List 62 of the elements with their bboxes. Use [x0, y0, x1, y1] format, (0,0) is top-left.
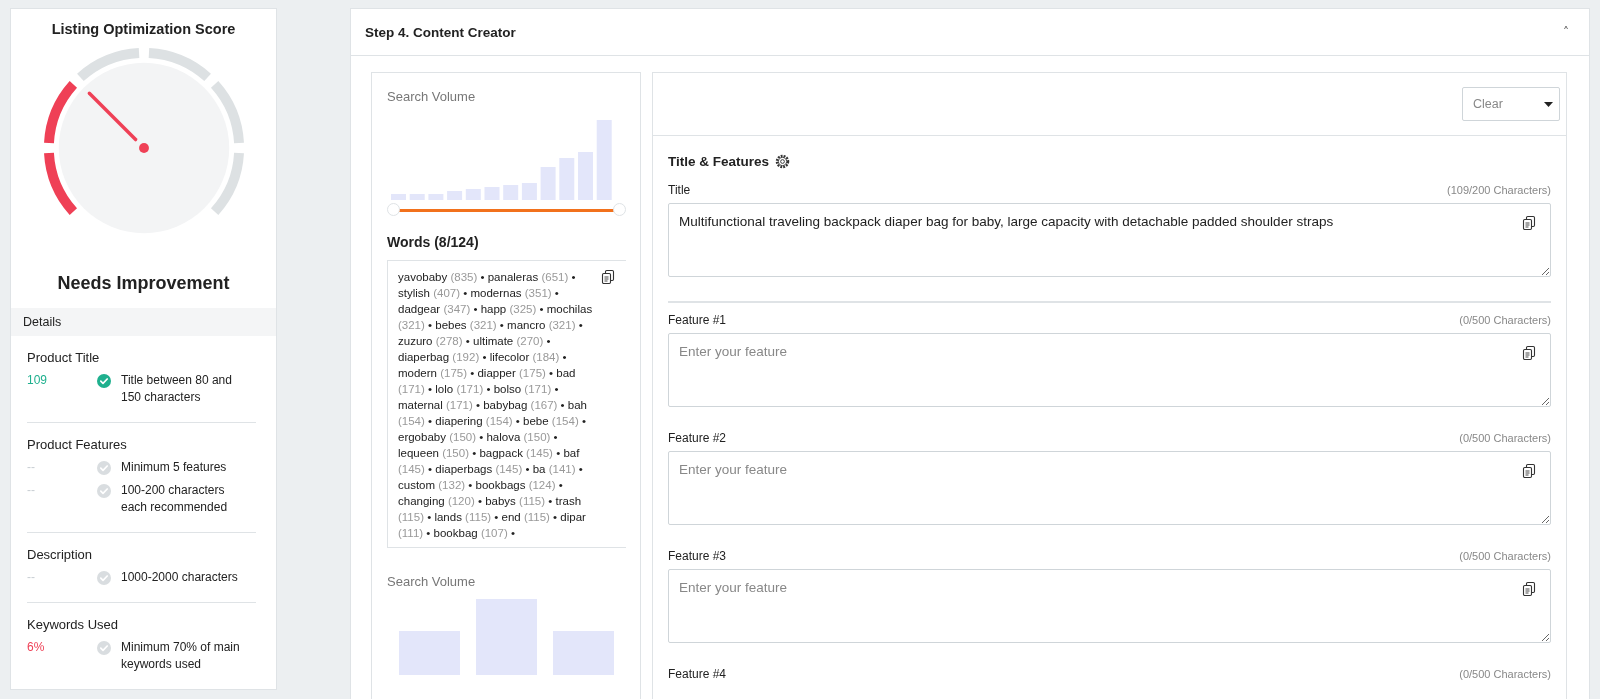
gauge-needle	[87, 91, 149, 153]
clear-dropdown[interactable]: Clear	[1462, 87, 1560, 121]
criterion-title: Description	[27, 547, 94, 562]
criterion-value: 6%	[27, 639, 46, 656]
field-label: Feature #1	[668, 313, 727, 327]
criterion-value: --	[27, 482, 36, 499]
histogram-bar	[540, 167, 556, 200]
histogram-bar	[465, 189, 481, 200]
field-label: Feature #3	[668, 549, 727, 563]
range-handle[interactable]	[387, 203, 400, 216]
criterion-value: --	[27, 569, 36, 586]
words-heading: Words (8/124)	[387, 234, 480, 250]
histogram-bar	[553, 631, 614, 675]
settings-icon[interactable]	[775, 154, 791, 169]
copy-icon[interactable]	[600, 269, 616, 285]
character-counter: (109/200 Characters)	[1447, 184, 1551, 196]
section-title: Title & Features	[668, 154, 770, 169]
character-counter: (0/500 Characters)	[1459, 668, 1551, 680]
score-verdict: Needs Improvement	[57, 273, 230, 294]
copy-icon[interactable]	[1521, 581, 1537, 597]
copy-icon[interactable]	[1521, 345, 1537, 361]
range-handle[interactable]	[613, 203, 626, 216]
field-label: Title	[668, 183, 691, 197]
histogram-bar	[409, 194, 425, 200]
criterion-value: 109	[27, 372, 49, 389]
histogram-bar	[503, 185, 519, 200]
step-title: Step 4. Content Creator	[365, 24, 516, 40]
character-counter: (0/500 Characters)	[1459, 432, 1551, 444]
histogram-bar	[399, 631, 460, 675]
histogram-bar	[484, 187, 500, 200]
field-label: Feature #4	[668, 667, 727, 681]
score-title: Listing Optimization Score	[51, 21, 236, 37]
title-field[interactable]: Multifunctional traveling backpack diaper bag for baby, large capacity with detachable padded shoulder straps	[668, 203, 1551, 277]
histogram-bar	[578, 152, 593, 200]
feature-field[interactable]: Enter your feature	[668, 569, 1551, 643]
field-label: Feature #2	[668, 431, 727, 445]
collapse-button[interactable]: ˄	[1559, 23, 1573, 41]
criterion-requirement: Title between 80 and 150 characters	[121, 372, 233, 406]
criterion-title: Keywords Used	[27, 617, 120, 632]
character-counter: (0/500 Characters)	[1459, 314, 1551, 326]
copy-icon[interactable]	[1521, 463, 1537, 479]
criterion-title: Product Features	[27, 437, 128, 452]
chart-label: Search Volume	[387, 574, 477, 589]
criterion-value: --	[27, 459, 36, 476]
caret-icon	[1544, 101, 1553, 107]
histogram-bar	[521, 183, 537, 200]
histogram-bar	[447, 191, 463, 200]
criterion-title: Product Title	[27, 350, 101, 365]
criterion-requirement: Minimum 5 features	[121, 459, 228, 476]
copy-icon[interactable]	[1521, 215, 1537, 231]
criterion-requirement: 100-200 characters each recommended	[121, 482, 229, 516]
criterion-requirement: 1000-2000 characters	[121, 569, 239, 586]
histogram-bar	[559, 158, 575, 200]
feature-field[interactable]: Enter your feature	[668, 451, 1551, 525]
histogram-bar	[428, 194, 444, 200]
character-counter: (0/500 Characters)	[1459, 550, 1551, 562]
details-header: Details	[11, 308, 276, 336]
feature-field[interactable]: Enter your feature	[668, 333, 1551, 407]
chart-label: Search Volume	[387, 89, 477, 104]
histogram-bar	[391, 194, 406, 200]
keyword-list: yavobaby (835) • panaleras (651) • stylish (407) • modernas (351) • dadgear (347) • happ (325) • mochilas (321) • bebes (321) • mancro (321) • zuzuro (278) • ultimate (270) • diaperbag (192) • lifecolor (184) • modern (175) • diapper (175) • bad (171) • lolo (171) • bolso (171) • maternal (171) • babybag (167) • bah (154) • diapering (154) • bebe (154) • ergobaby (150) • halova (150) • lequeen (150) • bagpack (145) • baf (145) • diaperbags (145) • ba (141) • custom (132) • bookbags (124) • changing (120) • babys (115) • trash (115) • lands (115) • end (115) • dipar (111) • bookbag (107) •	[398, 269, 596, 541]
criterion-requirement: Minimum 70% of main keywords used	[121, 639, 241, 673]
